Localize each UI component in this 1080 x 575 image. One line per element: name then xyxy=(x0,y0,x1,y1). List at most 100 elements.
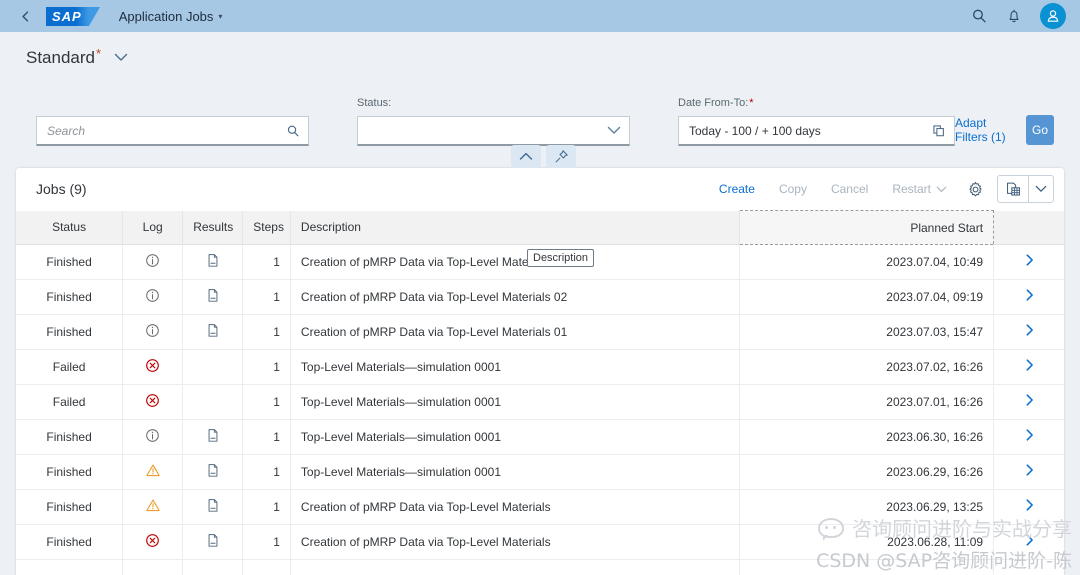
table-row[interactable]: Finished 1 Creation of pMRP Data via Top-L… xyxy=(16,489,1064,525)
document-icon[interactable] xyxy=(206,288,220,303)
cell-steps: 1 xyxy=(242,349,291,385)
cell-log xyxy=(122,419,184,455)
settings-button[interactable] xyxy=(959,175,991,203)
cell-status: Finished xyxy=(16,419,124,455)
cell-log xyxy=(122,489,184,525)
table-row-partial[interactable] xyxy=(16,559,1064,575)
adapt-filters-button[interactable]: Adapt Filters (1) xyxy=(955,116,1012,144)
table-row[interactable]: Finished 1 Creation of pMRP Data via Top-L… xyxy=(16,279,1064,315)
status-select[interactable] xyxy=(357,116,630,146)
cell-description: Top-Level Materials—simulation 0001 xyxy=(290,454,741,490)
copy-button[interactable]: Copy xyxy=(767,175,819,203)
info-icon[interactable] xyxy=(145,288,160,303)
search-placeholder: Search xyxy=(47,123,86,138)
collapse-filter-bar-button[interactable] xyxy=(511,145,541,168)
column-header-results[interactable]: Results xyxy=(182,210,244,245)
go-button[interactable]: Go xyxy=(1025,115,1054,145)
row-navigate-button[interactable] xyxy=(993,524,1064,560)
cell-status: Failed xyxy=(16,384,124,420)
table-row[interactable]: Finished 1 Creation of pMRP Data via Top-L… xyxy=(16,524,1064,560)
table-row[interactable]: Failed 1 Top-Level Materials—simulation 00… xyxy=(16,349,1064,385)
search-input[interactable]: Search xyxy=(36,116,309,146)
column-header-description[interactable]: Description xyxy=(290,210,741,245)
cell-description: Top-Level Materials—simulation 0001 xyxy=(290,384,741,420)
filter-bar: Search Status: Date From-To:* Today - 10… xyxy=(0,74,1080,146)
document-icon[interactable] xyxy=(206,323,220,338)
app-title[interactable]: Application Jobs ▾ xyxy=(119,9,223,24)
column-header-steps[interactable]: Steps xyxy=(242,210,291,245)
chevron-right-icon[interactable] xyxy=(1024,428,1035,446)
document-icon[interactable] xyxy=(206,463,220,478)
cell-steps: 1 xyxy=(242,524,291,560)
row-navigate-button[interactable] xyxy=(993,454,1064,490)
column-header-navigation xyxy=(993,210,1064,245)
row-navigate-button[interactable] xyxy=(993,384,1064,420)
cell-steps: 1 xyxy=(242,279,291,315)
cell-status: Finished xyxy=(16,279,124,315)
warning-icon[interactable] xyxy=(145,498,161,513)
info-icon[interactable] xyxy=(145,428,160,443)
export-chevron-down-icon[interactable] xyxy=(1028,176,1053,202)
error-icon[interactable] xyxy=(145,358,160,373)
chevron-right-icon[interactable] xyxy=(1024,393,1035,411)
search-icon[interactable] xyxy=(970,7,988,25)
cell-log xyxy=(122,314,184,350)
error-icon[interactable] xyxy=(145,533,160,548)
column-header-status[interactable]: Status xyxy=(16,210,124,245)
chevron-down-icon[interactable] xyxy=(607,126,621,135)
user-avatar[interactable] xyxy=(1040,3,1066,29)
status-label: Status: xyxy=(357,97,392,109)
chevron-down-icon: ▾ xyxy=(218,11,223,21)
document-icon[interactable] xyxy=(206,253,220,268)
chevron-right-icon[interactable] xyxy=(1024,533,1035,551)
pin-filter-bar-button[interactable] xyxy=(546,145,576,168)
document-icon[interactable] xyxy=(206,498,220,513)
chevron-right-icon[interactable] xyxy=(1024,463,1035,481)
bell-icon[interactable] xyxy=(1005,7,1023,25)
restart-label: Restart xyxy=(892,182,931,196)
required-marker: * xyxy=(749,97,754,109)
cell-description: Creation of pMRP Data via Top-Level Mate… xyxy=(290,524,741,560)
column-header-log[interactable]: Log xyxy=(122,210,184,245)
document-icon[interactable] xyxy=(206,428,220,443)
row-navigate-button[interactable] xyxy=(993,349,1064,385)
sap-logo: SAP xyxy=(46,6,100,26)
value-help-icon[interactable] xyxy=(932,124,946,138)
row-navigate-button[interactable] xyxy=(993,244,1064,280)
warning-icon[interactable] xyxy=(145,463,161,478)
chevron-right-icon[interactable] xyxy=(1024,288,1035,306)
row-navigate-button[interactable] xyxy=(993,419,1064,455)
chevron-right-icon[interactable] xyxy=(1024,498,1035,516)
chevron-right-icon[interactable] xyxy=(1024,358,1035,376)
table-row[interactable]: Finished 1 Creation of pMRP Data via Top-L… xyxy=(16,314,1064,350)
row-navigate-button[interactable] xyxy=(993,314,1064,350)
row-navigate-button[interactable] xyxy=(993,489,1064,525)
cell-description: Top-Level Materials—simulation 0001 xyxy=(290,419,741,455)
search-field-group: Search xyxy=(36,97,309,146)
variant-chevron-down-icon[interactable] xyxy=(114,51,128,65)
chevron-right-icon[interactable] xyxy=(1024,323,1035,341)
cancel-button[interactable]: Cancel xyxy=(819,175,880,203)
cell-log xyxy=(122,524,184,560)
chevron-down-icon xyxy=(936,182,947,196)
date-range-input[interactable]: Today - 100 / + 100 days xyxy=(678,116,955,146)
info-icon[interactable] xyxy=(145,323,160,338)
row-navigate-button[interactable] xyxy=(993,279,1064,315)
cell-status: Failed xyxy=(16,349,124,385)
column-header-planned-start[interactable]: Planned Start xyxy=(739,210,995,245)
restart-button[interactable]: Restart xyxy=(880,175,959,203)
cell-status: Finished xyxy=(16,489,124,525)
document-icon[interactable] xyxy=(206,533,220,548)
create-button[interactable]: Create xyxy=(707,175,767,203)
table-row[interactable]: Finished 1 Top-Level Materials—simulation … xyxy=(16,419,1064,455)
table-row[interactable]: Finished 1 Top-Level Materials—simulation … xyxy=(16,454,1064,490)
error-icon[interactable] xyxy=(145,393,160,408)
chevron-right-icon[interactable] xyxy=(1024,253,1035,271)
date-label-text: Date From-To: xyxy=(678,97,749,109)
back-icon[interactable] xyxy=(14,5,36,27)
spreadsheet-export-icon[interactable] xyxy=(998,176,1028,202)
info-icon[interactable] xyxy=(145,253,160,268)
table-row[interactable]: Failed 1 Top-Level Materials—simulation 00… xyxy=(16,384,1064,420)
search-icon[interactable] xyxy=(286,124,300,138)
variant-selector[interactable]: Standard * xyxy=(26,47,101,68)
